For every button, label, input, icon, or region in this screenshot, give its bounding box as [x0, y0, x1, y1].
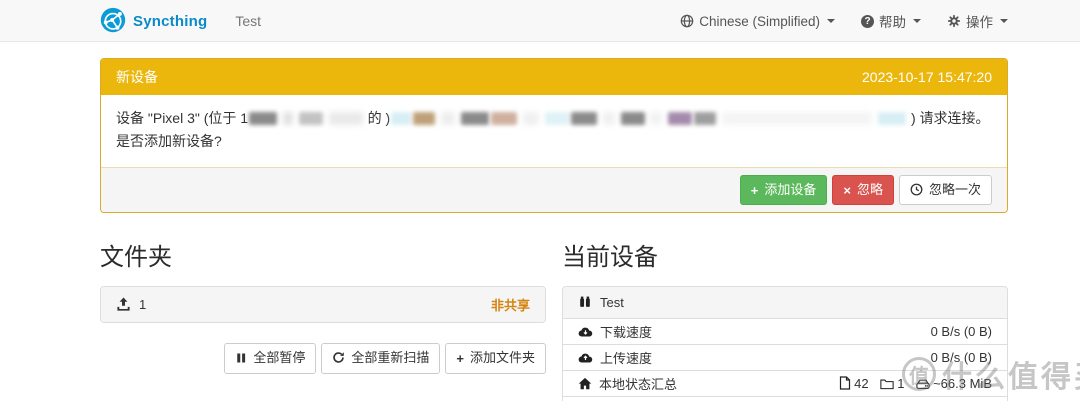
- folder-status-badge: 非共享: [490, 298, 530, 314]
- new-device-title: 新设备: [116, 69, 158, 85]
- hdd-icon: [916, 376, 930, 391]
- close-icon: ×: [843, 182, 851, 198]
- ignore-label: 忽略: [856, 182, 883, 198]
- download-rate-label: 下载速度: [600, 325, 653, 341]
- folder-row[interactable]: 1 非共享: [101, 287, 545, 323]
- new-device-panel-header: 新设备 2023-10-17 15:47:20: [101, 59, 1007, 95]
- folder-panel: 1 非共享: [100, 286, 546, 324]
- brand-name: Syncthing: [133, 12, 208, 30]
- help-dropdown[interactable]: ? 帮助: [861, 11, 921, 31]
- add-folder-label: 添加文件夹: [469, 350, 535, 366]
- upload-rate-label: 上传速度: [600, 351, 653, 367]
- folder-icon: [880, 376, 894, 391]
- help-label: 帮助: [879, 15, 906, 30]
- table-row-download-rate: 下载速度 0 B/s (0 B): [563, 318, 1007, 345]
- local-state-label: 本地状态汇总: [599, 377, 678, 393]
- redacted-block: [620, 112, 645, 125]
- help-icon: ?: [861, 14, 874, 28]
- redacted-block: [441, 112, 456, 125]
- plus-icon: +: [750, 182, 759, 198]
- syncthing-logo-icon: [100, 7, 126, 36]
- actions-dropdown[interactable]: 操作: [947, 11, 1008, 31]
- table-row-listeners: 侦听程序 3/3: [563, 396, 1007, 401]
- syncthing-brand[interactable]: Syncthing: [100, 7, 207, 36]
- redacted-block: [391, 112, 412, 125]
- message-prefix: 设备 "Pixel 3" (位于 1: [116, 110, 249, 126]
- redacted-block: [328, 112, 363, 125]
- language-label: Chinese (Simplified): [699, 13, 820, 29]
- ignore-once-button[interactable]: 忽略一次: [898, 175, 992, 206]
- redacted-block: [668, 112, 693, 125]
- this-device-heading: 当前设备: [562, 244, 658, 272]
- device-status-table: 下载速度 0 B/s (0 B) 上传速度 0 B/s (0 B) 本地状态汇总…: [563, 318, 1007, 401]
- folder-label: 1: [139, 297, 147, 313]
- actions-label: 操作: [966, 15, 993, 30]
- add-device-label: 添加设备: [764, 182, 817, 198]
- new-device-timestamp: 2023-10-17 15:47:20: [862, 69, 992, 85]
- upload-icon: [116, 297, 131, 313]
- add-folder-button[interactable]: + 添加文件夹: [445, 343, 546, 374]
- redacted-block: [298, 112, 323, 125]
- clock-icon: [910, 181, 923, 199]
- local-state-folders: 1: [897, 376, 905, 392]
- table-row-local-state: 本地状态汇总 42 1 ~66.3 MiB: [563, 370, 1007, 397]
- folders-heading: 文件夹: [100, 244, 172, 272]
- message-mid: 的 ): [367, 110, 391, 126]
- gear-icon: [947, 14, 961, 29]
- this-device-column: 当前设备 Test 下载速度 0 B/s (0 B) 上传速度 0 B/s (0…: [562, 237, 1008, 401]
- device-name: Test: [600, 295, 624, 311]
- redacted-block: [460, 112, 489, 125]
- this-device-header-row[interactable]: Test: [563, 287, 1007, 319]
- redacted-block: [490, 112, 517, 125]
- redacted-block: [878, 112, 907, 125]
- redacted-block: [544, 112, 569, 125]
- file-icon: [839, 376, 851, 391]
- chevron-down-icon: [913, 19, 921, 23]
- cloud-download-icon: [578, 324, 593, 339]
- redacted-block: [570, 112, 597, 125]
- upload-rate-value: 0 B/s (0 B): [930, 350, 992, 366]
- pause-all-button[interactable]: 全部暂停: [224, 343, 317, 374]
- new-device-panel: 新设备 2023-10-17 15:47:20 设备 "Pixel 3" (位于…: [100, 58, 1008, 214]
- local-state-size: ~66.3 MiB: [933, 376, 992, 392]
- ignore-once-label: 忽略一次: [928, 182, 981, 198]
- ignore-button[interactable]: × 忽略: [832, 175, 894, 206]
- folders-column: 文件夹 1 非共享 全部暂停 全部重新扫描 + 添加文件夹: [100, 237, 546, 401]
- device-icon: [578, 295, 592, 310]
- globe-icon: [680, 14, 694, 29]
- redacted-block: [522, 112, 539, 125]
- redacted-block: [650, 112, 663, 125]
- rescan-all-label: 全部重新扫描: [351, 350, 430, 366]
- top-navbar: Syncthing Test Chinese (Simplified) ? 帮助: [0, 0, 1080, 42]
- new-device-message: 设备 "Pixel 3" (位于 1 的 ) ) 请求连接。是否添加新设备?: [101, 95, 1007, 167]
- pause-icon: [235, 349, 247, 367]
- redacted-block: [722, 112, 873, 125]
- redacted-block: [694, 112, 717, 125]
- redacted-block: [282, 112, 293, 125]
- home-icon: [578, 376, 592, 391]
- cloud-upload-icon: [578, 350, 593, 365]
- navbar-page-title: Test: [235, 13, 261, 29]
- plus-icon: +: [456, 350, 464, 366]
- listeners-value: 3/3: [742, 397, 1007, 401]
- local-state-value: 42 1 ~66.3 MiB: [742, 371, 1007, 397]
- folder-actions-bar: 全部暂停 全部重新扫描 + 添加文件夹: [100, 343, 546, 374]
- redacted-block: [249, 112, 278, 125]
- add-device-button[interactable]: + 添加设备: [739, 175, 828, 206]
- local-state-files: 42: [854, 376, 869, 392]
- redacted-block: [413, 112, 436, 125]
- pause-all-label: 全部暂停: [253, 350, 306, 366]
- rescan-all-button[interactable]: 全部重新扫描: [321, 343, 441, 374]
- download-rate-value: 0 B/s (0 B): [930, 324, 992, 340]
- new-device-panel-footer: + 添加设备 × 忽略 忽略一次: [101, 167, 1007, 213]
- redacted-block: [602, 112, 615, 125]
- table-row-upload-rate: 上传速度 0 B/s (0 B): [563, 344, 1007, 371]
- chevron-down-icon: [1000, 19, 1008, 23]
- refresh-icon: [332, 349, 345, 367]
- language-dropdown[interactable]: Chinese (Simplified): [680, 14, 835, 29]
- this-device-panel: Test 下载速度 0 B/s (0 B) 上传速度 0 B/s (0 B) 本…: [562, 286, 1008, 401]
- chevron-down-icon: [827, 19, 835, 23]
